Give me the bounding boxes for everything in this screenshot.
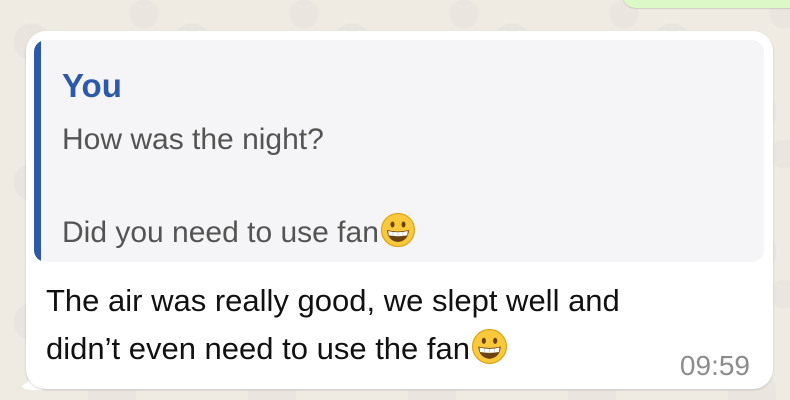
- message-text-line: didn’t even need to use the fan: [46, 328, 508, 374]
- quoted-message-line: How was the night?: [62, 123, 324, 156]
- quoted-message-text: Did you need to use fan: [62, 216, 379, 249]
- message-timestamp: 09:59: [679, 350, 750, 381]
- grinning-face-emoji-icon: [471, 328, 508, 374]
- grinning-face-emoji-icon: [380, 212, 416, 257]
- previous-outgoing-message-bubble[interactable]: [622, 0, 790, 8]
- quote-accent-bar: [34, 40, 41, 262]
- message-text: didn’t even need to use the fan: [46, 331, 470, 366]
- quoted-message[interactable]: You How was the night? Did you need to u…: [34, 40, 764, 262]
- quoted-message-line: Did you need to use fan: [62, 212, 416, 257]
- message-text-line: The air was really good, we slept well a…: [46, 283, 620, 318]
- quoted-message-author: You: [62, 67, 122, 104]
- incoming-message-bubble[interactable]: You How was the night? Did you need to u…: [26, 31, 773, 389]
